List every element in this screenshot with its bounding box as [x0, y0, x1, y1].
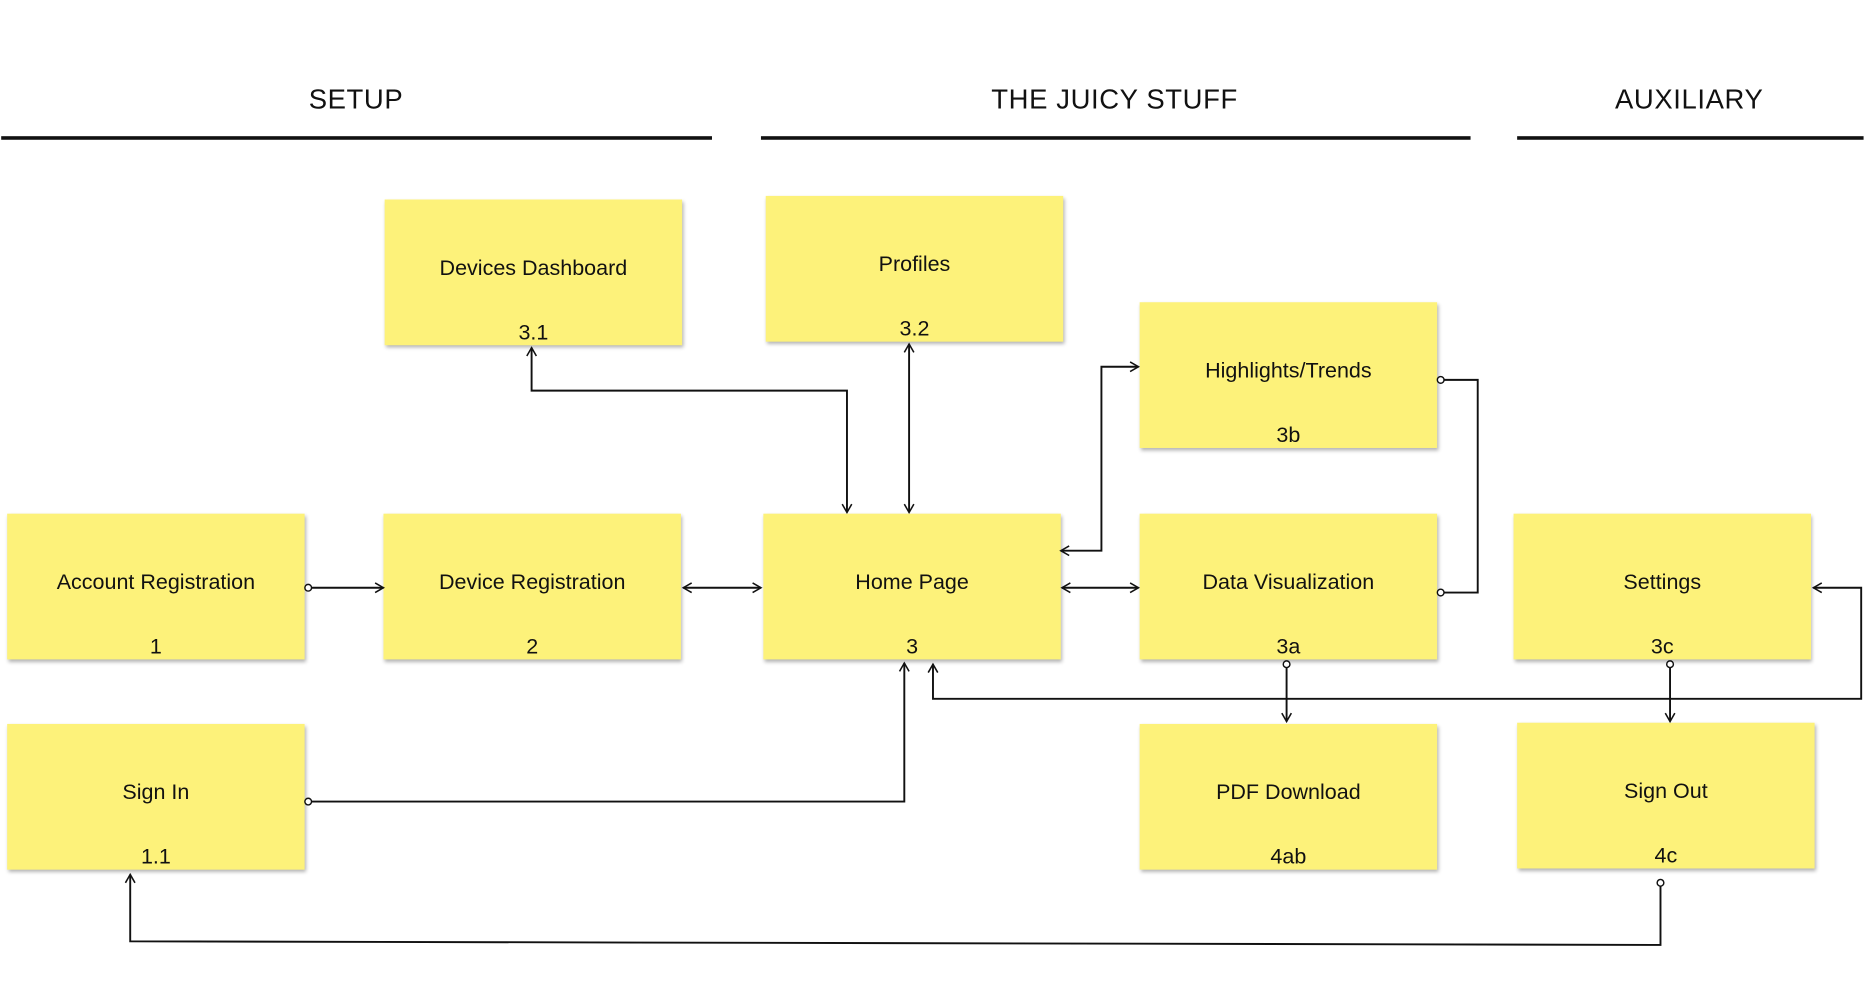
flow-diagram: SETUP THE JUICY STUFF AUXILIARY Devices … [0, 0, 1866, 1006]
edge-signout-signin [124, 872, 1665, 946]
edge-home-highlights [1059, 361, 1141, 557]
edge-signin-home [304, 661, 910, 806]
edge-home-settings-loop [927, 582, 1863, 700]
edge-dashboard-home [526, 346, 853, 515]
edge-highlights-dataviz [1436, 375, 1479, 597]
connectors [124, 342, 1863, 946]
